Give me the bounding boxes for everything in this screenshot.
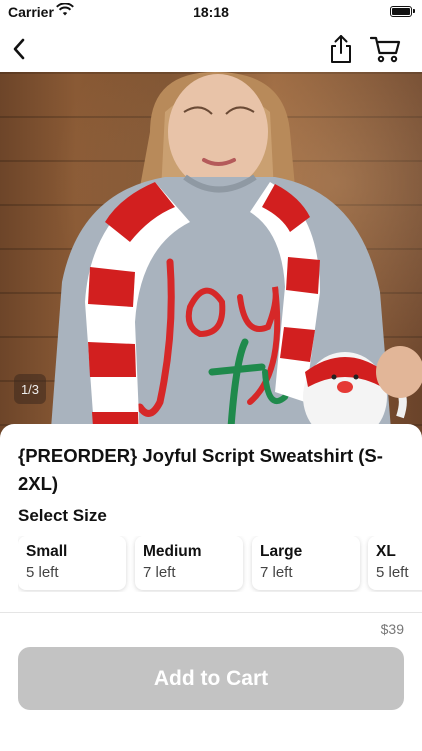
purchase-footer: $39 Add to Cart [0,612,422,751]
size-name: Large [260,543,303,560]
cart-button[interactable] [366,32,406,66]
product-title: {PREORDER} Joyful Script Sweatshirt (S-2… [18,445,383,494]
product-photo-illustration [50,72,422,442]
size-selector: Small 5 left Medium 7 left Large 7 left … [18,536,422,592]
size-stock: 7 left [143,564,176,581]
navigation-bar [0,26,422,72]
size-name: XL [376,543,396,560]
size-option-medium[interactable]: Medium 7 left [135,536,243,590]
share-icon [331,35,351,63]
product-details-sheet: {PREORDER} Joyful Script Sweatshirt (S-2… [0,424,422,612]
add-to-cart-button[interactable]: Add to Cart [18,647,404,710]
clock: 18:18 [193,4,229,20]
select-size-label: Select Size [18,506,107,525]
cart-icon [370,36,401,63]
size-name: Medium [143,543,202,560]
back-button[interactable] [2,32,36,66]
image-counter: 1/3 [14,374,46,404]
size-stock: 7 left [260,564,293,581]
size-option-small[interactable]: Small 5 left [18,536,126,590]
battery-icon [390,6,415,17]
size-option-large[interactable]: Large 7 left [252,536,360,590]
size-option-xl[interactable]: XL 5 left [368,536,422,590]
product-image[interactable]: 1/3 [0,72,422,442]
size-stock: 5 left [26,564,59,581]
size-stock: 5 left [376,564,409,581]
size-name: Small [26,543,68,560]
chevron-left-icon [13,38,25,60]
price-label: $39 [380,621,404,637]
status-bar: Carrier 18:18 [0,0,422,26]
share-button[interactable] [324,32,358,66]
